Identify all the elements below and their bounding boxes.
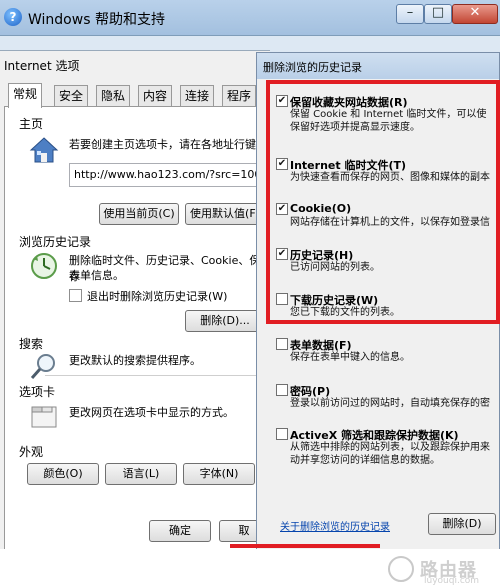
help-window-title: Windows 帮助和支持 <box>28 12 165 28</box>
about-delete-history-link[interactable]: 关于删除浏览的历史记录 <box>280 518 390 533</box>
option-desc-activex-2: 动并享您访问的详细信息的数据。 <box>290 455 440 466</box>
highlight-underline <box>230 544 380 548</box>
colors-button[interactable]: 颜色(O) <box>27 463 99 485</box>
minimize-button[interactable]: – <box>396 4 424 24</box>
browsing-history-group-label: 浏览历史记录 <box>19 235 92 249</box>
delete-history-button[interactable]: 删除(D)... <box>185 310 265 332</box>
watermark: 路由器 luyouqi.com <box>388 554 500 588</box>
tab-privacy[interactable]: 隐私 <box>96 85 131 107</box>
help-titlebar: ? Windows 帮助和支持 – □ ✕ <box>0 0 500 36</box>
fonts-button[interactable]: 字体(N) <box>183 463 255 485</box>
option-desc-form-data: 保存在表单中键入的信息。 <box>290 352 410 363</box>
watermark-logo-icon <box>388 556 414 582</box>
tabs-window-icon <box>29 401 59 431</box>
magnifier-icon <box>29 351 59 381</box>
help-question-icon: ? <box>4 8 22 26</box>
history-clock-icon <box>29 251 59 281</box>
tab-content[interactable]: 内容 <box>138 85 173 107</box>
use-current-button[interactable]: 使用当前页(C) <box>99 203 179 225</box>
tabs-description: 更改网页在选项卡中显示的方式。 <box>69 406 234 419</box>
tab-programs[interactable]: 程序 <box>222 85 257 107</box>
delete-on-exit-checkbox[interactable] <box>69 289 82 302</box>
internet-options-dialog: Internet 选项 常规 安全 隐私 内容 连接 程序 主页 若要创建主页选… <box>0 50 270 588</box>
homepage-url-input[interactable]: http://www.hao123.com/?src=1000 <box>69 163 269 187</box>
option-desc-passwords: 登录以前访问过的网站时，自动填充保存的密 <box>290 398 490 409</box>
house-icon <box>29 135 59 165</box>
tab-general[interactable]: 常规 <box>8 83 43 108</box>
tab-security[interactable]: 安全 <box>54 85 89 107</box>
ok-button[interactable]: 确定 <box>149 520 211 542</box>
option-check-passwords[interactable] <box>276 384 288 396</box>
tab-bar: 常规 安全 隐私 内容 连接 程序 <box>4 83 270 108</box>
use-default-button[interactable]: 使用默认值(F) <box>185 203 265 225</box>
watermark-sub: luyouqi.com <box>424 576 480 586</box>
delete-on-exit-label: 退出时删除浏览历史记录(W) <box>87 290 228 303</box>
browsing-history-description-2: 表单信息。 <box>69 269 124 282</box>
languages-button[interactable]: 语言(L) <box>105 463 177 485</box>
internet-options-title: Internet 选项 <box>4 59 80 73</box>
tab-connections[interactable]: 连接 <box>180 85 215 107</box>
close-button[interactable]: ✕ <box>452 4 498 24</box>
option-check-activex[interactable] <box>276 428 288 440</box>
tabs-group-label: 选项卡 <box>19 385 56 399</box>
option-check-form-data[interactable] <box>276 338 288 350</box>
homepage-group-label: 主页 <box>19 117 44 131</box>
highlight-frame <box>266 80 500 324</box>
search-group-label: 搜索 <box>19 337 44 351</box>
appearance-group-label: 外观 <box>19 445 44 459</box>
homepage-description: 若要创建主页选项卡，请在各地址行键入 <box>69 138 267 151</box>
delete-confirm-button[interactable]: 删除(D) <box>428 513 496 535</box>
divider <box>45 375 265 376</box>
search-description: 更改默认的搜索提供程序。 <box>69 354 201 367</box>
delete-history-titlebar: 删除浏览的历史记录 <box>257 53 499 79</box>
general-tab-panel: 主页 若要创建主页选项卡，请在各地址行键入 http://www.hao123.… <box>4 106 270 576</box>
maximize-button[interactable]: □ <box>424 4 452 24</box>
option-desc-activex-1: 从筛选中排除的网站列表，以及跟踪保护用来 <box>290 442 490 453</box>
delete-history-title: 删除浏览的历史记录 <box>263 61 362 74</box>
